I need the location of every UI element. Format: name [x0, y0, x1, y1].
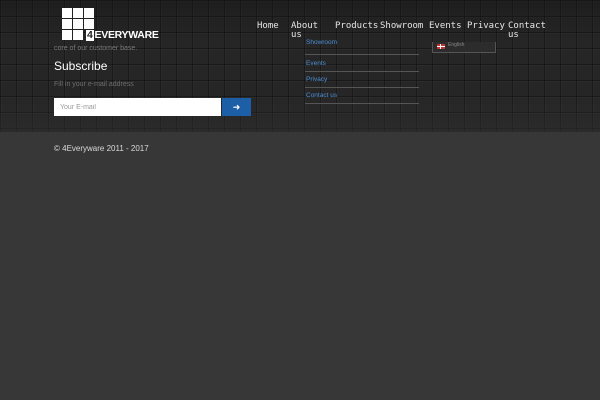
logo-text: EVERYWARE — [94, 29, 159, 41]
logo-cell — [62, 8, 72, 18]
subscribe-button[interactable]: ➜ — [222, 98, 251, 116]
logo-cell — [73, 30, 83, 40]
logo-cell — [84, 8, 94, 18]
nav-products[interactable]: Products — [335, 22, 378, 31]
footer-link-label: Privacy — [306, 76, 328, 83]
footer-link-events[interactable]: Events — [305, 55, 419, 72]
uk-flag-icon — [437, 44, 445, 49]
logo-number: 4 — [86, 29, 94, 41]
logo-cell — [62, 30, 72, 40]
footer-link-privacy[interactable]: Privacy — [305, 71, 419, 88]
site-logo[interactable]: 4 EVERYWARE — [62, 8, 159, 41]
subscribe-hint: Fill in your e-mail address — [54, 81, 134, 88]
email-input[interactable] — [54, 98, 221, 116]
footer-link-label: Showroom — [306, 39, 338, 46]
language-select[interactable]: English — [432, 42, 496, 53]
logo-wordmark: 4 EVERYWARE — [86, 30, 159, 41]
nav-events[interactable]: Events — [429, 22, 462, 31]
nav-contact-us[interactable]: Contact us — [508, 22, 548, 40]
arrow-right-icon: ➜ — [232, 102, 241, 112]
about-text: core of our customer base. — [54, 45, 138, 52]
logo-cell — [62, 19, 72, 29]
logo-cell — [84, 19, 94, 29]
logo-cell — [73, 8, 83, 18]
copyright-text: © 4Everyware 2011 - 2017 — [54, 144, 149, 153]
logo-cell — [73, 19, 83, 29]
footer-link-showroom[interactable]: Showroom — [305, 38, 419, 55]
nav-home[interactable]: Home — [257, 22, 279, 31]
footer-link-contact-us[interactable]: Contact us — [305, 87, 419, 104]
page: core of our customer base. 4 EVERYWARE Ho… — [0, 0, 600, 400]
language-label: English — [448, 42, 465, 48]
subscribe-title: Subscribe — [54, 59, 108, 73]
footer-link-label: Contact us — [306, 92, 338, 99]
nav-privacy[interactable]: Privacy — [467, 22, 505, 31]
footer-link-label: Events — [306, 60, 326, 67]
nav-showroom[interactable]: Showroom — [380, 22, 423, 31]
